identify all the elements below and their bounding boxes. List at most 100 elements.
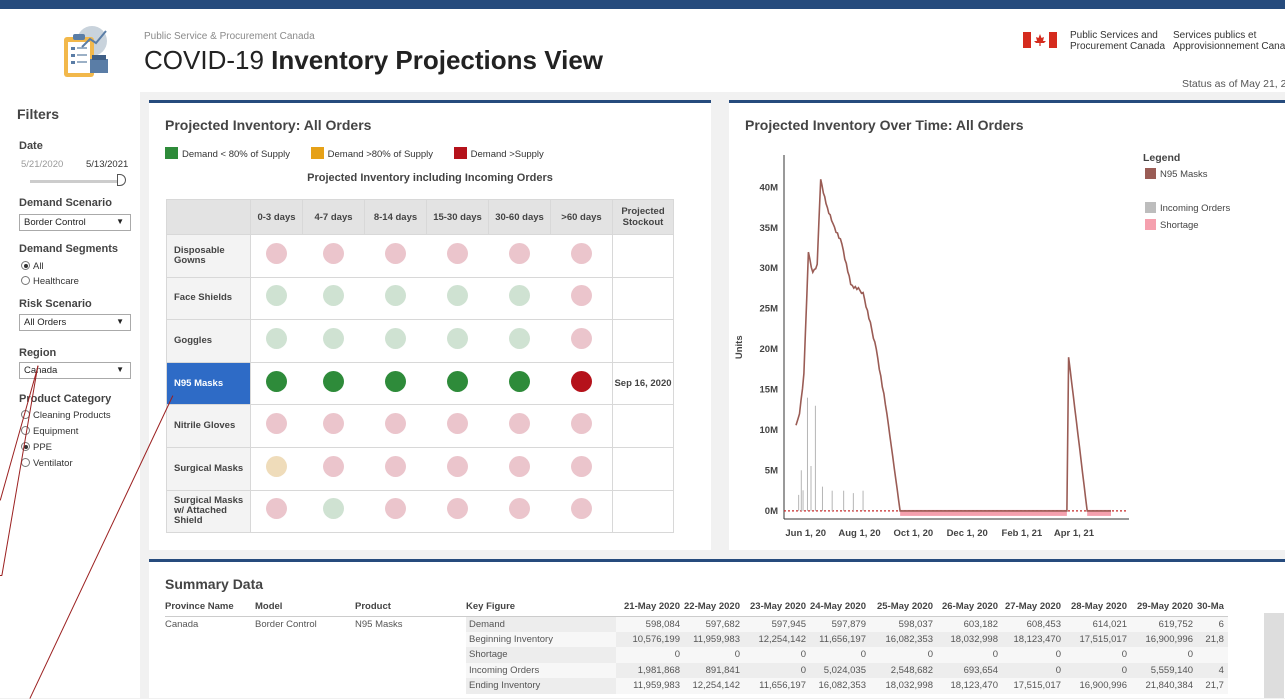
heatmap-cell[interactable] <box>302 276 365 321</box>
heatmap-row[interactable]: Surgical Masks <box>166 446 674 491</box>
heatmap-cell[interactable] <box>426 276 489 321</box>
heatmap-cell[interactable] <box>364 489 427 534</box>
heatmap-cell[interactable] <box>488 319 551 363</box>
summary-value-cell: 0 <box>936 647 1002 663</box>
heatmap-corner-header <box>166 199 251 235</box>
page-header: Public Service & Procurement Canada COVI… <box>0 9 1285 92</box>
heatmap-cell[interactable] <box>550 489 613 534</box>
summary-value-cell: 608,453 <box>1001 616 1065 632</box>
heatmap-cell[interactable] <box>250 446 303 491</box>
status-circle <box>509 370 530 392</box>
heatmap-cell[interactable] <box>426 446 489 491</box>
heatmap-cell[interactable] <box>488 234 551 278</box>
status-circle <box>323 285 344 307</box>
heatmap-row-label[interactable]: Face Shields <box>166 276 251 321</box>
heatmap-row[interactable]: Disposable Gowns <box>166 234 674 278</box>
status-circle <box>323 370 344 392</box>
summary-value-cell: 0 <box>743 662 810 678</box>
heatmap-row-label[interactable]: Surgical Masks <box>166 446 251 491</box>
heatmap-cell[interactable] <box>250 489 303 534</box>
summary-value-cell: 619,752 <box>1130 616 1197 632</box>
heatmap-cell[interactable] <box>250 234 303 278</box>
status-circle <box>266 370 288 392</box>
projected-stockout-cell <box>612 446 674 491</box>
heatmap-cell[interactable] <box>488 276 551 321</box>
category-radio-ventilator[interactable]: Ventilator <box>21 458 73 469</box>
status-circle <box>266 327 288 349</box>
summary-dimension-cell <box>355 678 466 694</box>
heatmap-cell[interactable] <box>302 234 365 278</box>
heatmap-cell[interactable] <box>250 404 303 448</box>
heatmap-subtitle: Projected Inventory including Incoming O… <box>307 172 553 184</box>
heatmap-cell[interactable] <box>302 361 365 406</box>
status-circle <box>385 327 406 349</box>
category-radio-cleaning-products[interactable]: Cleaning Products <box>21 410 111 421</box>
heatmap-cell[interactable] <box>250 361 303 406</box>
heatmap-cell[interactable] <box>302 489 365 534</box>
heatmap-cell[interactable] <box>550 404 613 448</box>
heatmap-row[interactable]: Nitrile Gloves <box>166 404 674 448</box>
key-figure-cell: Incoming Orders <box>466 662 616 678</box>
heatmap-cell[interactable] <box>550 234 613 278</box>
heatmap-cell[interactable] <box>488 489 551 534</box>
summary-scrollbar[interactable] <box>1264 613 1284 698</box>
heatmap-cell[interactable] <box>250 319 303 363</box>
heatmap-row-label[interactable]: Surgical Masks w/ Attached Shield <box>166 489 251 534</box>
summary-value-cell: 598,037 <box>869 616 937 632</box>
summary-column-header: 21-May 2020 <box>616 601 684 617</box>
heatmap-cell[interactable] <box>250 276 303 321</box>
heatmap-cell[interactable] <box>426 234 489 278</box>
heatmap-row[interactable]: Face Shields <box>166 276 674 321</box>
risk-scenario-select[interactable]: All Orders ▼ <box>19 314 131 331</box>
heatmap-cell[interactable] <box>364 446 427 491</box>
heatmap-cell[interactable] <box>302 446 365 491</box>
summary-dimension-cell <box>165 647 255 663</box>
segment-radio-healthcare[interactable]: Healthcare <box>21 276 79 287</box>
category-radio-ppe[interactable]: PPE <box>21 442 52 453</box>
heatmap-cell[interactable] <box>488 361 551 406</box>
heatmap-cell[interactable] <box>302 404 365 448</box>
heatmap-cell[interactable] <box>426 489 489 534</box>
heatmap-row-label[interactable]: N95 Masks <box>166 361 251 406</box>
date-slider-handle[interactable] <box>117 174 126 186</box>
heatmap-row[interactable]: Surgical Masks w/ Attached Shield <box>166 489 674 534</box>
heatmap-cell[interactable] <box>426 319 489 363</box>
heatmap-cell[interactable] <box>364 404 427 448</box>
heatmap-cell[interactable] <box>550 446 613 491</box>
heatmap-cell[interactable] <box>488 404 551 448</box>
heatmap-cell[interactable] <box>488 446 551 491</box>
table-row: Shortage 0 0 0 0 0 0 0 0 0 <box>165 647 1228 663</box>
status-date: Status as of May 21, 2020 <box>1182 78 1285 90</box>
demand-scenario-select[interactable]: Border Control ▼ <box>19 214 131 231</box>
inventory-line-chart[interactable]: 0M 5M 10M 15M 20M 25M 30M 35M 40M Units Jun 1, 20 A… <box>729 139 1129 549</box>
summary-data-panel: Summary Data Province Name Model Product Ke… <box>149 559 1285 698</box>
heatmap-row-label[interactable]: Nitrile Gloves <box>166 404 251 448</box>
status-circle <box>447 455 468 477</box>
summary-value-cell: 18,032,998 <box>869 678 937 694</box>
segment-radio-all[interactable]: All <box>21 261 44 272</box>
heatmap-cell[interactable] <box>302 319 365 363</box>
heatmap-cell[interactable] <box>364 276 427 321</box>
heatmap-cell[interactable] <box>550 276 613 321</box>
summary-value-cell <box>1196 647 1228 663</box>
heatmap-row[interactable]: N95 Masks Sep 16, 2020 <box>166 361 674 406</box>
summary-column-header: 26-May 2020 <box>936 601 1002 617</box>
heatmap-cell[interactable] <box>426 361 489 406</box>
date-slider-track[interactable] <box>30 180 122 183</box>
heatmap-cell[interactable] <box>550 361 613 406</box>
heatmap-row[interactable]: Goggles <box>166 319 674 363</box>
heatmap-cell[interactable] <box>364 361 427 406</box>
heatmap-cell[interactable] <box>550 319 613 363</box>
summary-dimension-cell: Border Control <box>255 618 317 630</box>
heatmap-row-label[interactable]: Goggles <box>166 319 251 363</box>
summary-value-cell: 10,576,199 <box>616 631 684 647</box>
legend-item-red: Demand >Supply <box>453 147 544 160</box>
heatmap-cell[interactable] <box>364 319 427 363</box>
heatmap-cell[interactable] <box>426 404 489 448</box>
heatmap-cell[interactable] <box>364 234 427 278</box>
summary-value-cell: 891,841 <box>684 662 744 678</box>
status-circle <box>323 327 344 349</box>
page-title: COVID-19 Inventory Projections View <box>144 45 603 75</box>
heatmap-row-label[interactable]: Disposable Gowns <box>166 234 251 278</box>
category-radio-equipment[interactable]: Equipment <box>21 426 78 437</box>
